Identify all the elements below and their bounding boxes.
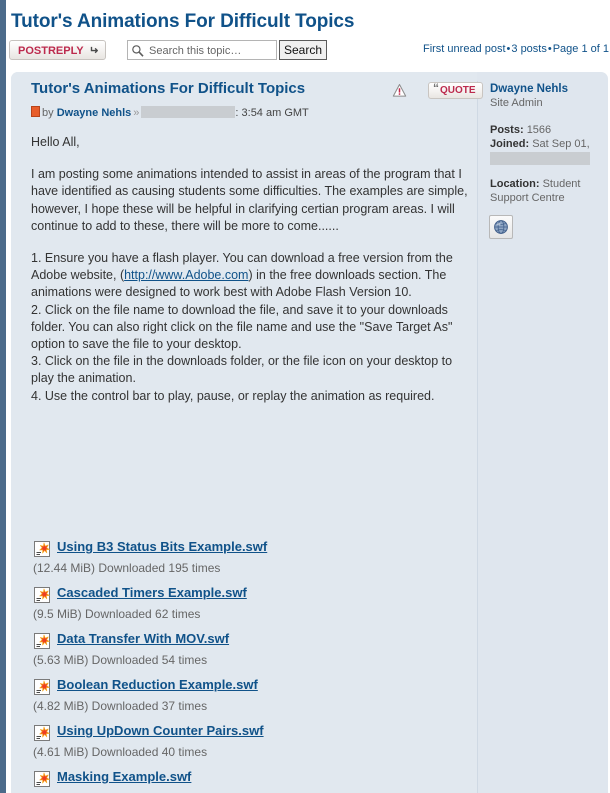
attachment-link[interactable]: Using UpDown Counter Pairs.swf bbox=[57, 723, 264, 738]
post-byline: by Dwayne Nehls» : 3:54 am GMT bbox=[31, 106, 309, 119]
first-unread-post-link[interactable]: First unread post bbox=[423, 43, 506, 55]
attachment-meta: (5.63 MiB) Downloaded 54 times bbox=[33, 653, 208, 667]
post-author-profile: Dwayne Nehls Site Admin Posts: 1566 Joine… bbox=[478, 72, 608, 793]
swf-file-icon bbox=[34, 541, 50, 557]
quote-button[interactable]: “QUOTE bbox=[428, 82, 483, 99]
attachment-meta: (4.82 MiB) Downloaded 37 times bbox=[33, 699, 208, 713]
byline-arrow: » bbox=[133, 107, 140, 119]
post-greeting: Hello All, bbox=[31, 135, 80, 149]
joined-value: Sat Sep 01, bbox=[532, 138, 590, 150]
swf-file-icon bbox=[34, 725, 50, 741]
attachment-link[interactable]: Using B3 Status Bits Example.swf bbox=[57, 539, 267, 554]
post-reply-button[interactable]: POSTREPLY ↵ bbox=[9, 40, 106, 60]
attachment-link[interactable]: Data Transfer With MOV.swf bbox=[57, 631, 229, 646]
byline-time: : 3:54 am GMT bbox=[235, 107, 309, 119]
post-icon bbox=[31, 106, 40, 117]
post-intro-paragraph: I am posting some animations intended to… bbox=[31, 167, 468, 233]
post-reply-label-reply: REPLY bbox=[47, 45, 84, 57]
post-panel: Tutor's Animations For Difficult Topics … bbox=[11, 72, 608, 793]
profile-location: Location: Student Support Centre bbox=[490, 177, 606, 205]
profile-website-button[interactable] bbox=[489, 215, 513, 239]
joined-date-redaction bbox=[490, 152, 590, 165]
page-info-text: Page 1 of 1 bbox=[552, 43, 609, 55]
swf-file-icon bbox=[34, 587, 50, 603]
posts-value: 1566 bbox=[526, 124, 552, 136]
location-label: Location: bbox=[490, 178, 540, 190]
attachment-meta: (9.5 MiB) Downloaded 62 times bbox=[33, 607, 201, 621]
attachment-link[interactable]: Boolean Reduction Example.swf bbox=[57, 677, 258, 692]
quote-button-label: QUOTE bbox=[440, 85, 476, 96]
attachment-item: Using B3 Status Bits Example.swf (12.44 … bbox=[31, 538, 471, 584]
attachment-link[interactable]: Masking Example.swf bbox=[57, 769, 191, 784]
adobe-link[interactable]: http://www.Adobe.com bbox=[124, 268, 248, 282]
page-wrapper: Tutor's Animations For Difficult Topics … bbox=[9, 0, 610, 793]
attachment-item: Data Transfer With MOV.swf (5.63 MiB) Do… bbox=[31, 630, 471, 676]
report-post-icon[interactable] bbox=[392, 83, 407, 98]
attachment-meta: (4.61 MiB) Downloaded 40 times bbox=[33, 745, 208, 759]
swf-file-icon bbox=[34, 679, 50, 695]
attachment-item: Using UpDown Counter Pairs.swf (4.61 MiB… bbox=[31, 722, 471, 768]
globe-icon bbox=[494, 220, 508, 234]
search-button[interactable]: Search bbox=[279, 40, 328, 60]
post-reply-label-post: POST bbox=[18, 45, 48, 57]
post-step-1: 1. Ensure you have a flash player. You c… bbox=[31, 250, 471, 302]
post-count-text: 3 posts bbox=[511, 43, 547, 55]
post-subject: Tutor's Animations For Difficult Topics bbox=[31, 80, 306, 97]
quote-mark-icon: “ bbox=[433, 81, 439, 95]
post-step-3: 3. Click on the file in the downloads fo… bbox=[31, 354, 453, 386]
reply-arrow-icon: ↵ bbox=[88, 45, 98, 57]
post-content: Hello All, I am posting some animations … bbox=[31, 134, 471, 405]
search-icon bbox=[132, 45, 144, 57]
attachment-meta: (12.44 MiB) Downloaded 195 times bbox=[33, 561, 221, 575]
profile-stats: Posts: 1566 Joined: Sat Sep 01, bbox=[490, 123, 608, 165]
attachment-list: Using B3 Status Bits Example.swf (12.44 … bbox=[31, 538, 471, 793]
byline-date-redaction bbox=[141, 106, 236, 118]
byline-by-text: by bbox=[42, 107, 54, 119]
attachment-item: Masking Example.swf (3.86 MiB) Downloade… bbox=[31, 768, 471, 793]
search-input[interactable] bbox=[147, 41, 279, 61]
joined-label: Joined: bbox=[490, 138, 530, 150]
byline-author[interactable]: Dwayne Nehls bbox=[57, 107, 132, 119]
profile-rank: Site Admin bbox=[490, 97, 543, 109]
attachment-item: Boolean Reduction Example.swf (4.82 MiB)… bbox=[31, 676, 471, 722]
attachment-item: Cascaded Timers Example.swf (9.5 MiB) Do… bbox=[31, 584, 471, 630]
posts-label: Posts: bbox=[490, 124, 524, 136]
profile-username[interactable]: Dwayne Nehls bbox=[490, 83, 568, 95]
swf-file-icon bbox=[34, 771, 50, 787]
topic-search-box[interactable] bbox=[127, 40, 279, 61]
post-step-2: 2. Click on the file name to download th… bbox=[31, 302, 453, 352]
swf-file-icon bbox=[34, 633, 50, 649]
topic-nav-links: First unread post•3 posts•Page 1 of 1 bbox=[423, 43, 609, 55]
topic-action-bar: POSTREPLY ↵ Search First unread post•3 po… bbox=[9, 38, 610, 66]
attachment-link[interactable]: Cascaded Timers Example.swf bbox=[57, 585, 247, 600]
page-title: Tutor's Animations For Difficult Topics bbox=[11, 11, 355, 32]
post-step-4: 4. Use the control bar to play, pause, o… bbox=[31, 388, 435, 403]
